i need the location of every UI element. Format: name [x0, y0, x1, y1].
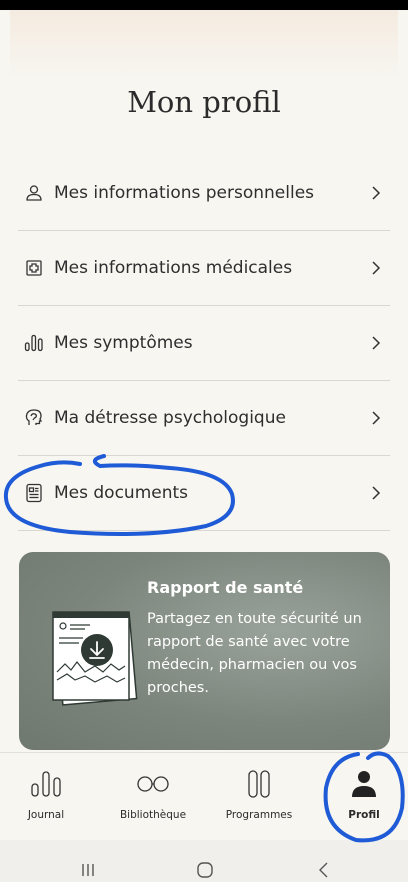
menu-item-symptoms[interactable]: Mes symptômes	[18, 306, 390, 381]
bars-icon	[24, 333, 44, 353]
profile-icon	[350, 767, 378, 801]
programs-icon	[247, 767, 271, 801]
chevron-right-icon	[372, 486, 381, 500]
menu-item-label: Mes symptômes	[54, 333, 193, 353]
journal-icon	[30, 767, 62, 801]
tab-label: Programmes	[225, 809, 293, 821]
document-icon	[24, 483, 44, 503]
health-report-card[interactable]: Rapport de santé Partagez en toute sécur…	[19, 552, 390, 750]
back-icon[interactable]	[316, 861, 330, 879]
card-title: Rapport de santé	[147, 578, 304, 597]
menu-item-label: Mes documents	[54, 483, 189, 503]
tab-library[interactable]: Bibliothèque	[108, 753, 198, 841]
recent-apps-icon[interactable]	[80, 862, 96, 878]
page-title: Mon profil	[127, 85, 281, 119]
menu-item-medical-info[interactable]: Mes informations médicales	[18, 231, 390, 306]
menu-item-label: Ma détresse psychologique	[54, 408, 286, 428]
profile-menu: Mes informations personnelles Mes inform…	[18, 156, 390, 531]
head-icon	[24, 408, 44, 428]
medical-cross-icon	[24, 258, 44, 278]
tab-label: Journal	[27, 809, 65, 821]
bottom-navigation: Journal Bibliothèque Programmes Profil	[0, 752, 408, 841]
system-navigation-bar	[0, 840, 408, 882]
menu-item-psych-distress[interactable]: Ma détresse psychologique	[18, 381, 390, 456]
tab-label: Bibliothèque	[119, 809, 187, 821]
person-icon	[24, 183, 44, 203]
header-band	[10, 10, 398, 80]
chevron-right-icon	[372, 261, 381, 275]
menu-item-label: Mes informations médicales	[54, 258, 293, 278]
tab-journal[interactable]: Journal	[12, 753, 80, 841]
menu-item-personal-info[interactable]: Mes informations personnelles	[18, 156, 390, 231]
chevron-right-icon	[372, 186, 381, 200]
tab-programs[interactable]: Programmes	[216, 753, 302, 841]
glasses-icon	[136, 767, 170, 801]
menu-item-label: Mes informations personnelles	[54, 183, 315, 203]
tab-label: Profil	[348, 809, 380, 821]
home-icon[interactable]	[196, 861, 214, 879]
tab-profile[interactable]: Profil	[332, 753, 396, 841]
menu-item-documents[interactable]: Mes documents	[18, 456, 390, 531]
chevron-right-icon	[372, 336, 381, 350]
report-illustration-icon	[52, 611, 138, 706]
status-bar	[0, 0, 408, 10]
card-description: Partagez en toute sécurité un rapport de…	[147, 611, 362, 696]
chevron-right-icon	[372, 411, 381, 425]
